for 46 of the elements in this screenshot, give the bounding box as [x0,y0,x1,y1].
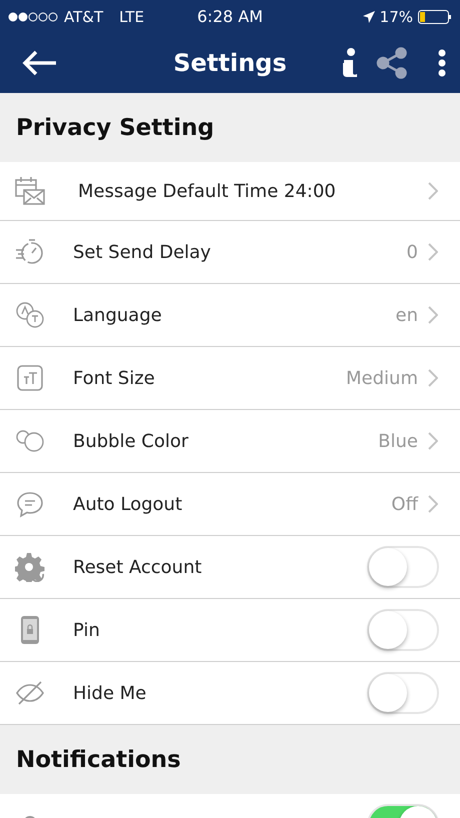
text-size-icon [16,364,44,392]
signal-strength-icon [8,12,58,22]
location-arrow-icon [362,10,375,22]
more-options-button[interactable] [438,49,446,77]
chevron-right-icon [428,369,438,387]
setting-label: Pin [73,620,101,640]
battery-percent: 17% [380,8,413,26]
battery-icon [418,10,452,24]
clock-time: 6:28 AM [197,7,263,26]
toggle-switch[interactable] [367,672,439,714]
setting-value: Medium [346,368,418,388]
setting-label: Reset Account [73,556,203,578]
chevron-right-icon [428,243,438,261]
chevron-right-icon [428,495,438,513]
bubbles-icon [15,428,45,454]
network-type: LTE [119,8,144,26]
chat-bubble-icon [15,490,45,518]
setting-value: en [396,304,418,326]
eye-slash-icon [15,681,45,705]
setting-value: Blue [378,430,418,452]
carrier-name: AT&T [64,8,104,26]
phone-lock-icon [20,615,40,645]
setting-label: Auto Logout [73,494,184,514]
translate-icon [15,301,45,329]
setting-value: 0 [406,242,418,262]
section-title: Privacy Setting [16,114,214,140]
info-button[interactable] [342,48,358,78]
chevron-right-icon [428,306,438,324]
setting-label: Hide Me [73,682,148,704]
setting-label: Bubble Color [73,430,190,452]
setting-label: Set Send Delay [73,242,212,262]
toggle-switch[interactable] [367,609,439,651]
chevron-right-icon [428,182,438,200]
calendar-mail-icon [14,176,46,206]
setting-value: Off [391,494,418,514]
setting-label: Language [73,304,163,326]
gear-icon [15,552,45,582]
setting-label: Message Default Time 24:00 [78,180,337,202]
toggle-switch[interactable] [367,546,439,588]
section-title: Notifications [16,746,181,772]
back-button[interactable] [22,50,58,76]
chevron-right-icon [428,432,438,450]
setting-label: Font Size [73,368,156,388]
stopwatch-icon [15,237,45,267]
screen-title: Settings [173,49,287,77]
share-button[interactable] [376,47,408,79]
